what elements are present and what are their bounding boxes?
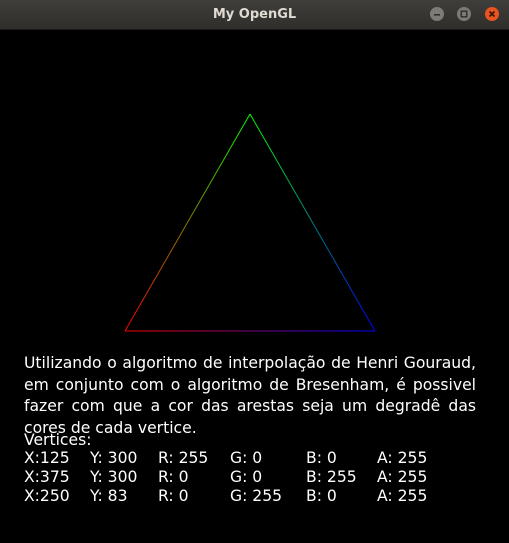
maximize-button[interactable] <box>457 7 471 21</box>
gouraud-triangle <box>124 113 376 332</box>
vertex-row: X:250 Y: 83 R: 0 G: 255 B: 0 A: 255 <box>24 487 484 505</box>
minimize-button[interactable] <box>430 7 444 21</box>
maximize-icon <box>460 10 468 18</box>
close-icon <box>488 10 496 18</box>
triangle-edge-right <box>249 113 376 332</box>
vertex-a: A: 255 <box>377 487 428 505</box>
vertex-row: X:125 Y: 300 R: 255 G: 0 B: 0 A: 255 <box>24 449 484 467</box>
vertex-g: G: 255 <box>230 487 283 505</box>
close-button[interactable] <box>485 7 499 21</box>
vertex-x: X:375 <box>24 468 70 486</box>
vertex-y: Y: 300 <box>90 468 138 486</box>
vertex-g: G: 0 <box>230 468 263 486</box>
description-text: Utilizando o algoritmo de interpolação d… <box>24 354 476 437</box>
vertex-x: X:250 <box>24 487 70 505</box>
title-bar[interactable]: My OpenGL <box>0 0 509 30</box>
vertex-b: B: 255 <box>306 468 357 486</box>
vertex-g: G: 0 <box>230 449 263 467</box>
vertex-y: Y: 83 <box>90 487 128 505</box>
vertex-r: R: 255 <box>158 449 209 467</box>
vertex-y: Y: 300 <box>90 449 138 467</box>
opengl-window: My OpenGL Utilizando o algoritmo de inte… <box>0 0 509 543</box>
vertex-row: X:375 Y: 300 R: 0 G: 0 B: 255 A: 255 <box>24 468 484 486</box>
triangle-edge-left <box>124 113 251 332</box>
minimize-icon <box>434 14 440 16</box>
vertices-label: Vertices: <box>24 431 92 449</box>
vertex-b: B: 0 <box>306 487 337 505</box>
vertex-r: R: 0 <box>158 468 189 486</box>
vertex-a: A: 255 <box>377 449 428 467</box>
vertex-a: A: 255 <box>377 468 428 486</box>
vertex-b: B: 0 <box>306 449 337 467</box>
vertex-x: X:125 <box>24 449 70 467</box>
opengl-canvas: Utilizando o algoritmo de interpolação d… <box>0 31 509 543</box>
vertex-r: R: 0 <box>158 487 189 505</box>
